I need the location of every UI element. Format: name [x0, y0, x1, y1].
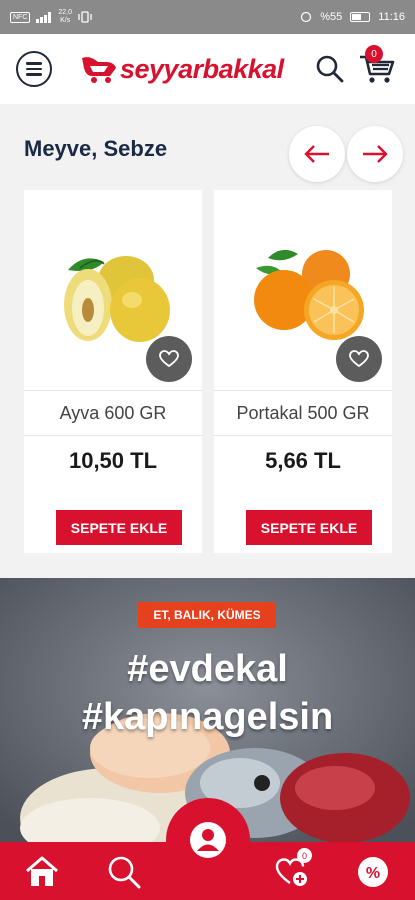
arrow-right-icon [363, 145, 388, 163]
cart-button[interactable]: 0 [355, 45, 399, 91]
heart-icon [349, 350, 369, 368]
card-divider [24, 390, 202, 391]
product-name: Portakal 500 GR [236, 403, 370, 423]
hamburger-icon [26, 62, 42, 65]
profile-icon [190, 822, 226, 858]
favorite-button[interactable] [146, 336, 192, 382]
nav-home[interactable] [22, 854, 62, 890]
search-button[interactable] [313, 52, 347, 86]
heart-icon [159, 350, 179, 368]
menu-button[interactable] [16, 51, 52, 87]
search-icon [108, 856, 141, 889]
add-to-cart-button[interactable]: SEPETE EKLE [246, 510, 372, 545]
clock: 11:16 [378, 11, 405, 23]
status-bar: NFC 22,0 K/s %55 11:16 [0, 0, 415, 34]
nav-search[interactable] [104, 854, 144, 890]
product-price: 10,50 TL [68, 448, 158, 473]
favorites-count-badge: 0 [297, 848, 312, 863]
discount-icon: % [358, 857, 388, 887]
network-speed: 22,0 K/s [58, 9, 73, 24]
card-divider [24, 435, 202, 436]
battery-percent: %55 [320, 11, 343, 23]
svg-text:%: % [366, 865, 380, 882]
favorite-button[interactable] [336, 336, 382, 382]
quince-image [64, 256, 170, 342]
product-name: Ayva 600 GR [59, 403, 167, 423]
logo[interactable]: seyyarbakkal [80, 54, 284, 85]
add-to-cart-button[interactable]: SEPETE EKLE [56, 510, 182, 545]
product-card[interactable]: Ayva 600 GR 10,50 TL SEPETE EKLE [24, 190, 202, 553]
nav-discounts[interactable]: % [353, 854, 393, 890]
signal-icon [36, 11, 52, 23]
product-card[interactable]: Portakal 500 GR 5,66 TL SEPETE EKLE [214, 190, 392, 553]
nav-favorites[interactable]: 0 [272, 848, 312, 890]
profile-button[interactable] [166, 798, 250, 882]
alarm-icon [301, 11, 312, 23]
section-title: Meyve, Sebze [24, 136, 168, 161]
banner-headline-2: #kapınagelsin [81, 696, 334, 738]
banner-category-tag[interactable]: ET, BALIK, KÜMES [138, 602, 276, 628]
arrow-left-icon [304, 145, 329, 163]
hamburger-icon-line-2 [26, 73, 42, 76]
previous-button[interactable] [289, 126, 345, 182]
vibrate-icon [78, 11, 92, 23]
product-price: 5,66 TL [265, 448, 341, 473]
logo-cart-icon [82, 57, 116, 83]
nfc-icon: NFC [10, 11, 31, 23]
app-header: seyyarbakkal 0 [0, 34, 415, 104]
card-divider [214, 435, 392, 436]
hamburger-icon-line [26, 67, 42, 71]
next-button[interactable] [347, 126, 403, 182]
card-divider [214, 390, 392, 391]
logo-text: seyyarbakkal [120, 53, 284, 84]
banner-headline-1: #evdekal [127, 648, 288, 690]
battery-icon [350, 12, 371, 22]
search-icon [316, 55, 344, 83]
cart-count-badge: 0 [365, 45, 383, 63]
home-icon [26, 856, 58, 886]
orange-image [254, 249, 364, 340]
